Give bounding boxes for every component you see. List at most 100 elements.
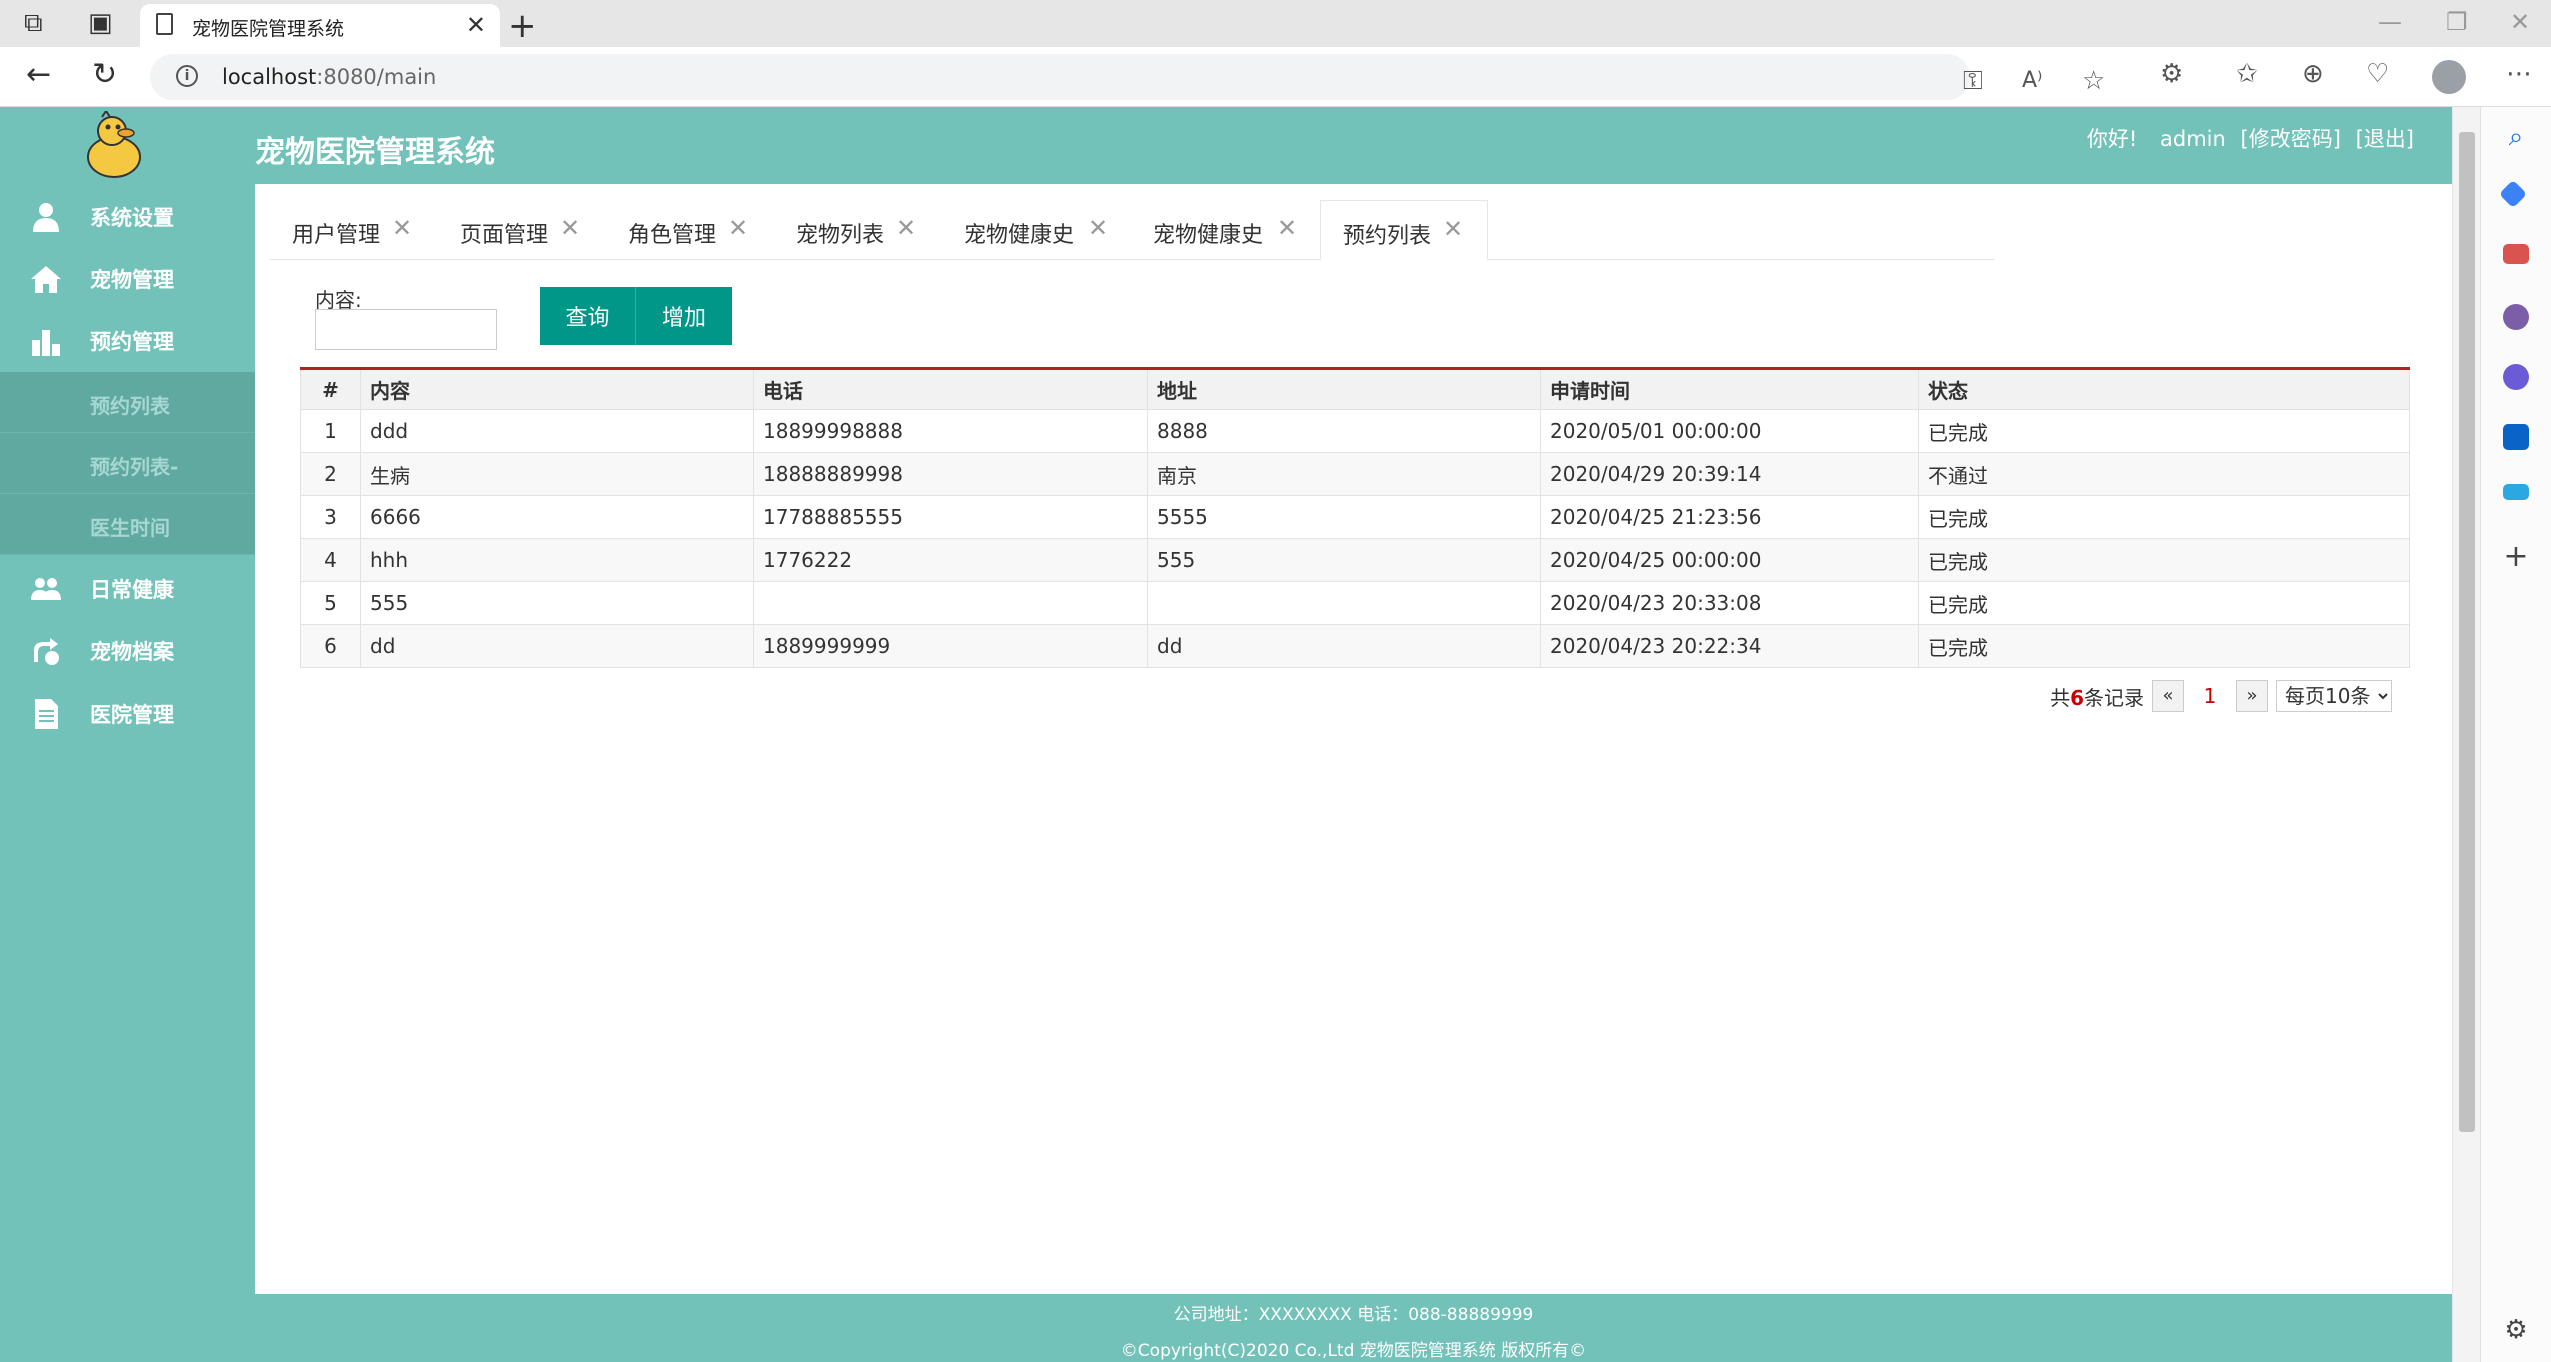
sidebar-subitem-doctor-time[interactable]: 医生时间 [0, 494, 255, 555]
table-row[interactable]: 2 生病 18888889998 南京 2020/04/29 20:39:14 … [300, 452, 2410, 496]
scroll-thumb[interactable] [2459, 132, 2475, 1132]
cell-phone: 17788885555 [753, 495, 1148, 539]
sidebar-item-pet-records[interactable]: 宠物档案 [0, 618, 255, 680]
cell-address: 8888 [1147, 409, 1541, 453]
refresh-icon[interactable]: ↻ [92, 57, 117, 92]
add-button[interactable]: 增加 [636, 287, 732, 345]
restore-icon[interactable]: ❐ [2446, 8, 2468, 36]
vertical-tabs-icon[interactable]: ▣ [88, 10, 113, 36]
table-row[interactable]: 4 hhh 1776222 555 2020/04/25 00:00:00 已完… [300, 538, 2410, 582]
column-header: 地址 [1147, 368, 1541, 410]
app-header: 宠物医院管理系统 你好! admin [修改密码] [退出] [0, 107, 2452, 184]
tab-close-icon[interactable]: ✕ [392, 214, 412, 242]
tab-pet-list[interactable]: 宠物列表 ✕ [774, 200, 942, 260]
tag-icon[interactable] [2498, 179, 2528, 209]
send-icon[interactable] [2503, 484, 2529, 500]
add-icon[interactable]: + [2503, 542, 2529, 572]
page-scrollbar[interactable] [2452, 107, 2480, 1362]
logout-link[interactable]: [退出] [2356, 127, 2414, 151]
prev-page-button[interactable]: « [2152, 680, 2184, 712]
new-tab-icon[interactable]: + [508, 6, 537, 46]
office-icon[interactable] [2503, 364, 2529, 390]
cell-phone: 1889999999 [753, 624, 1148, 668]
table-row[interactable]: 6 dd 1889999999 dd 2020/04/23 20:22:34 已… [300, 624, 2410, 668]
browser-tab[interactable]: 宠物医院管理系统 ✕ [140, 4, 500, 47]
table-header-row: # 内容 电话 地址 申请时间 状态 [300, 368, 2410, 410]
cell-apply-time: 2020/04/25 00:00:00 [1540, 538, 1919, 582]
page-size-select[interactable]: 每页10条 [2276, 680, 2392, 712]
favorite-star-icon[interactable]: ☆ [2082, 66, 2105, 96]
cell-content: hhh [360, 538, 754, 582]
extensions-icon[interactable]: ⚙ [2160, 59, 2183, 89]
site-info-icon[interactable]: i [176, 65, 198, 87]
cell-apply-time: 2020/04/29 20:39:14 [1540, 452, 1919, 496]
search-icon[interactable]: ⌕ [2503, 124, 2529, 150]
sidebar-subitem-label: 预约列表- [90, 455, 179, 479]
query-button[interactable]: 查询 [540, 287, 636, 345]
key-icon[interactable]: ⚿ [1963, 66, 1983, 97]
cell-apply-time: 2020/04/23 20:33:08 [1540, 581, 1919, 625]
read-aloud-icon[interactable]: A⁾ [2022, 68, 2042, 93]
sidebar-item-system-settings[interactable]: 系统设置 [0, 184, 255, 246]
url-field[interactable]: i localhost:8080/main ⚿ A⁾ ☆ [150, 54, 2105, 100]
main-content: 用户管理 ✕ 页面管理 ✕ 角色管理 ✕ 宠物列表 ✕ 宠物健康史 ✕ 宠物健康… [255, 184, 2452, 1294]
sidebar-item-appointment-management[interactable]: 预约管理 [0, 308, 255, 370]
sidebar-item-label: 日常健康 [90, 578, 174, 602]
close-tab-icon[interactable]: ✕ [466, 11, 486, 39]
tab-label: 宠物健康史 [1153, 223, 1264, 248]
table-row[interactable]: 1 ddd 18899998888 8888 2020/05/01 00:00:… [300, 409, 2410, 453]
tab-role-management[interactable]: 角色管理 ✕ [606, 200, 774, 260]
tab-pet-health-history[interactable]: 宠物健康史 ✕ [942, 200, 1131, 260]
tab-close-icon[interactable]: ✕ [896, 214, 916, 242]
tab-close-icon[interactable]: ✕ [1088, 214, 1108, 242]
document-icon [30, 699, 62, 729]
minimize-icon[interactable]: — [2378, 8, 2402, 36]
favorites-icon[interactable]: ✩ [2236, 59, 2258, 89]
table-row[interactable]: 3 6666 17788885555 5555 2020/04/25 21:23… [300, 495, 2410, 539]
table-row[interactable]: 5 555 2020/04/23 20:33:08 已完成 [300, 581, 2410, 625]
cell-content: dd [360, 624, 754, 668]
tab-user-management[interactable]: 用户管理 ✕ [270, 200, 438, 260]
close-window-icon[interactable]: ✕ [2510, 8, 2530, 36]
cell-apply-time: 2020/04/25 21:23:56 [1540, 495, 1919, 539]
duck-logo [87, 111, 141, 178]
tab-close-icon[interactable]: ✕ [1277, 214, 1297, 242]
tab-pet-health-history-2[interactable]: 宠物健康史 ✕ [1131, 200, 1320, 260]
settings-icon[interactable]: ⚙ [2503, 1317, 2529, 1343]
username: admin [2160, 127, 2226, 151]
pet-icon [30, 636, 62, 666]
back-icon[interactable]: ← [26, 57, 51, 92]
tab-label: 宠物列表 [796, 223, 885, 248]
health-icon[interactable]: ♡ [2366, 59, 2389, 89]
footer-address: 公司地址：XXXXXXXX 电话：088-88889999 [1173, 1305, 1534, 1325]
profile-avatar[interactable] [2432, 60, 2466, 94]
next-page-button[interactable]: » [2236, 680, 2268, 712]
outlook-icon[interactable] [2503, 424, 2529, 450]
current-page[interactable]: 1 [2192, 684, 2228, 708]
more-menu-icon[interactable]: ⋯ [2506, 59, 2532, 89]
tab-close-icon[interactable]: ✕ [560, 214, 580, 242]
sidebar-item-label: 宠物管理 [90, 268, 174, 292]
sidebar-subitem-appointment-list[interactable]: 预约列表 [0, 372, 255, 433]
sidebar-subitem-appointment-list-2[interactable]: 预约列表- [0, 433, 255, 494]
sidebar-item-hospital-management[interactable]: 医院管理 [0, 681, 255, 743]
cell-index: 6 [300, 624, 361, 668]
cell-address [1147, 581, 1541, 625]
cell-phone: 18888889998 [753, 452, 1148, 496]
workspaces-icon[interactable]: ⧉ [24, 10, 43, 36]
tab-close-icon[interactable]: ✕ [728, 214, 748, 242]
cell-address: dd [1147, 624, 1541, 668]
sidebar-item-daily-health[interactable]: 日常健康 [0, 556, 255, 618]
footer: 公司地址：XXXXXXXX 电话：088-88889999 ©Copyright… [255, 1294, 2452, 1362]
collections-icon[interactable]: ⊕ [2302, 59, 2324, 89]
games-icon[interactable] [2503, 304, 2529, 330]
tab-page-management[interactable]: 页面管理 ✕ [438, 200, 606, 260]
tab-close-icon[interactable]: ✕ [1443, 215, 1463, 243]
edge-sidebar: ⌕ + ⚙ [2480, 107, 2551, 1362]
change-password-link[interactable]: [修改密码] [2241, 127, 2341, 151]
sidebar-item-pet-management[interactable]: 宠物管理 [0, 246, 255, 308]
tab-appointment-list[interactable]: 预约列表 ✕ [1320, 200, 1488, 260]
toolbox-icon[interactable] [2503, 244, 2529, 264]
content-filter-input[interactable] [315, 309, 497, 350]
cell-content: 6666 [360, 495, 754, 539]
